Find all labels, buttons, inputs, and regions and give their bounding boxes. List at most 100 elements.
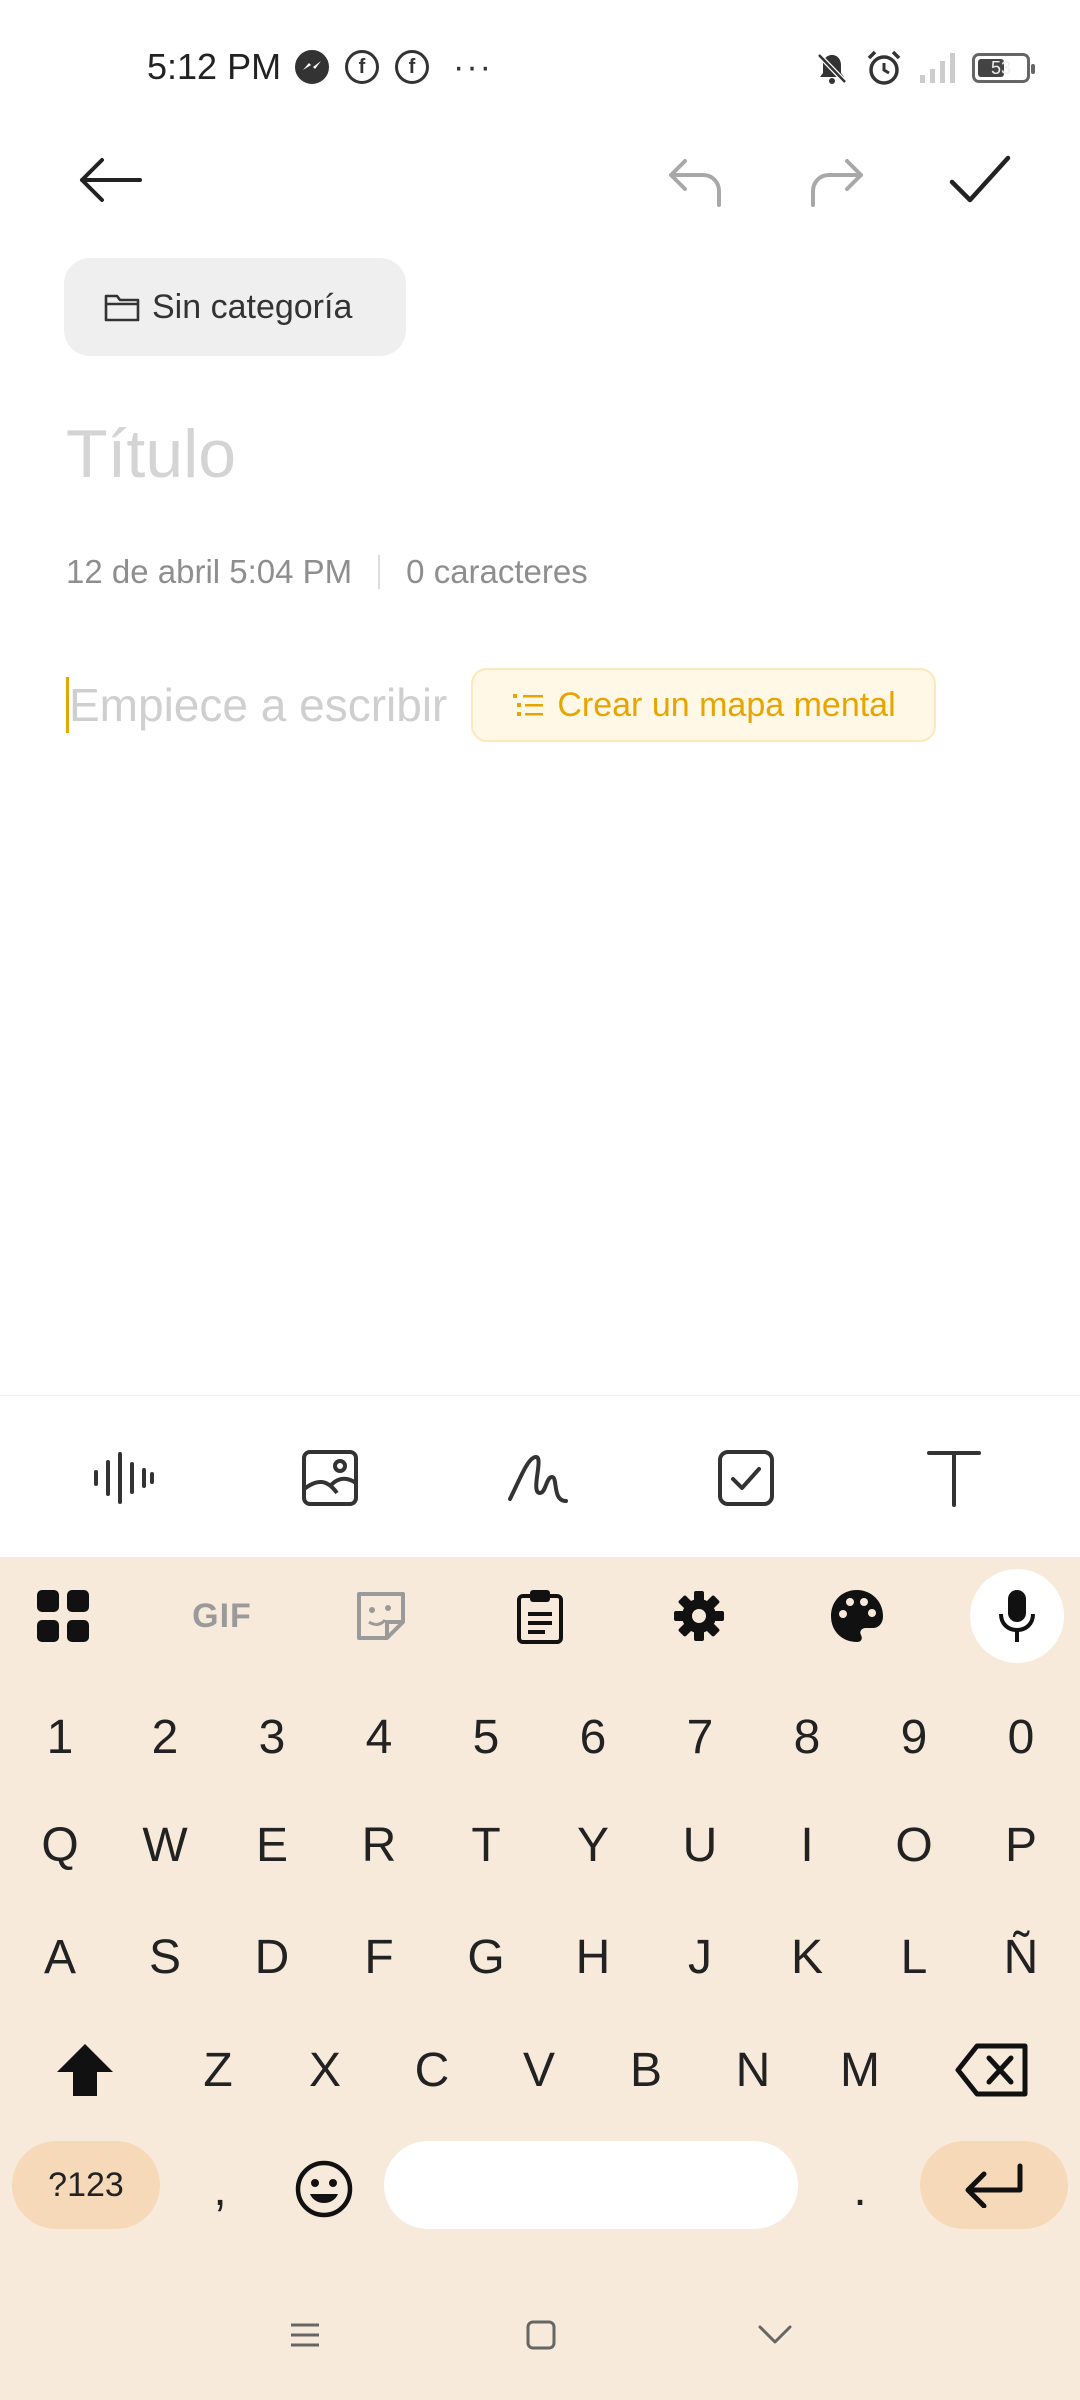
checklist-button[interactable] [704, 1436, 788, 1520]
backspace-icon [955, 2043, 1028, 2097]
key-s[interactable]: S [117, 1909, 213, 2005]
key-c[interactable]: C [384, 2022, 480, 2118]
keyboard-settings-button[interactable] [652, 1569, 746, 1663]
shift-key[interactable] [37, 2022, 133, 2118]
backspace-key[interactable] [944, 2022, 1040, 2118]
image-icon [302, 1450, 358, 1506]
audio-button[interactable] [82, 1436, 166, 1520]
voice-input-button[interactable] [970, 1569, 1064, 1663]
facebook-icon: f [395, 50, 429, 84]
key-9[interactable]: 9 [866, 1689, 962, 1785]
note-editor[interactable]: Empiece a escribir Crear un mapa mental [66, 668, 936, 742]
note-body-input[interactable]: Empiece a escribir [69, 678, 447, 732]
image-button[interactable] [288, 1436, 372, 1520]
mindmap-label: Crear un mapa mental [557, 685, 896, 724]
category-chip[interactable]: Sin categoría [64, 258, 406, 356]
key-b[interactable]: B [598, 2022, 694, 2118]
note-meta: 12 de abril 5:04 PM 0 caracteres [66, 553, 588, 591]
key-u[interactable]: U [652, 1797, 748, 1893]
save-button[interactable] [930, 130, 1030, 230]
key-0[interactable]: 0 [973, 1689, 1069, 1785]
key-j[interactable]: J [652, 1909, 748, 2005]
sticker-button[interactable] [334, 1569, 428, 1663]
undo-icon [669, 159, 721, 207]
recents-button[interactable] [260, 2290, 350, 2380]
back-arrow-icon [80, 158, 142, 202]
theme-button[interactable] [810, 1569, 904, 1663]
palette-icon [831, 1590, 883, 1642]
notification-icons: f f ··· [295, 50, 493, 84]
enter-icon [965, 2163, 1023, 2208]
audio-icon [94, 1452, 154, 1504]
emoji-key[interactable] [276, 2141, 372, 2237]
key-7[interactable]: 7 [652, 1689, 748, 1785]
key-m[interactable]: M [812, 2022, 908, 2118]
key-2[interactable]: 2 [117, 1689, 213, 1785]
chevron-down-icon [758, 2325, 792, 2344]
key-n[interactable]: N [705, 2022, 801, 2118]
period-key[interactable]: . [812, 2141, 908, 2237]
key-5[interactable]: 5 [438, 1689, 534, 1785]
key-6[interactable]: 6 [545, 1689, 641, 1785]
redo-button[interactable] [788, 130, 888, 230]
messenger-icon [295, 50, 329, 84]
comma-key[interactable]: , [172, 2141, 268, 2237]
back-button[interactable] [60, 130, 160, 230]
key-w[interactable]: W [117, 1797, 213, 1893]
signal-icon [920, 53, 955, 83]
note-toolbar [0, 1395, 1080, 1557]
space-key[interactable] [384, 2141, 798, 2229]
text-format-icon [927, 1451, 981, 1507]
clipboard-button[interactable] [493, 1569, 587, 1663]
key-g[interactable]: G [438, 1909, 534, 2005]
key-v[interactable]: V [491, 2022, 587, 2118]
key-3[interactable]: 3 [224, 1689, 320, 1785]
gif-icon: GIF [192, 1596, 252, 1635]
sticker-icon [357, 1592, 405, 1640]
character-count: 0 caracteres [406, 553, 588, 590]
enter-key[interactable] [920, 2141, 1068, 2229]
key-l[interactable]: L [866, 1909, 962, 2005]
keyboard-toolbar: GIF [0, 1557, 1080, 1677]
keyboard-row-2: A S D F G H J K L Ñ [0, 1909, 1080, 2009]
key-p[interactable]: P [973, 1797, 1069, 1893]
category-label: Sin categoría [152, 287, 353, 326]
key-z[interactable]: Z [170, 2022, 266, 2118]
apps-button[interactable] [16, 1569, 110, 1663]
hide-keyboard-button[interactable] [730, 2290, 820, 2380]
text-format-button[interactable] [912, 1436, 996, 1520]
key-n-tilde[interactable]: Ñ [973, 1909, 1069, 2005]
key-a[interactable]: A [12, 1909, 108, 2005]
gif-button[interactable]: GIF [175, 1569, 269, 1663]
key-1[interactable]: 1 [12, 1689, 108, 1785]
folder-icon [104, 294, 140, 322]
handwriting-icon [508, 1454, 568, 1503]
key-8[interactable]: 8 [759, 1689, 855, 1785]
key-r[interactable]: R [331, 1797, 427, 1893]
key-q[interactable]: Q [12, 1797, 108, 1893]
key-e[interactable]: E [224, 1797, 320, 1893]
keyboard-row-3: Z X C V B N M [0, 2022, 1080, 2122]
key-y[interactable]: Y [545, 1797, 641, 1893]
key-f[interactable]: F [331, 1909, 427, 2005]
key-4[interactable]: 4 [331, 1689, 427, 1785]
handwriting-button[interactable] [496, 1436, 580, 1520]
key-o[interactable]: O [866, 1797, 962, 1893]
note-action-bar [0, 130, 1080, 250]
keyboard-row-numbers: 1 2 3 4 5 6 7 8 9 0 [0, 1689, 1080, 1789]
home-button[interactable] [496, 2290, 586, 2380]
key-d[interactable]: D [224, 1909, 320, 2005]
checkmark-icon [949, 155, 1011, 203]
undo-button[interactable] [644, 130, 744, 230]
create-mindmap-button[interactable]: Crear un mapa mental [471, 668, 936, 742]
keyboard-row-1: Q W E R T Y U I O P [0, 1797, 1080, 1897]
note-title-input[interactable]: Título [66, 415, 236, 493]
key-i[interactable]: I [759, 1797, 855, 1893]
symbols-key[interactable]: ?123 [12, 2141, 160, 2229]
status-time: 5:12 PM [147, 46, 282, 87]
key-k[interactable]: K [759, 1909, 855, 2005]
key-x[interactable]: X [277, 2022, 373, 2118]
key-h[interactable]: H [545, 1909, 641, 2005]
key-t[interactable]: T [438, 1797, 534, 1893]
shift-icon [57, 2044, 113, 2096]
